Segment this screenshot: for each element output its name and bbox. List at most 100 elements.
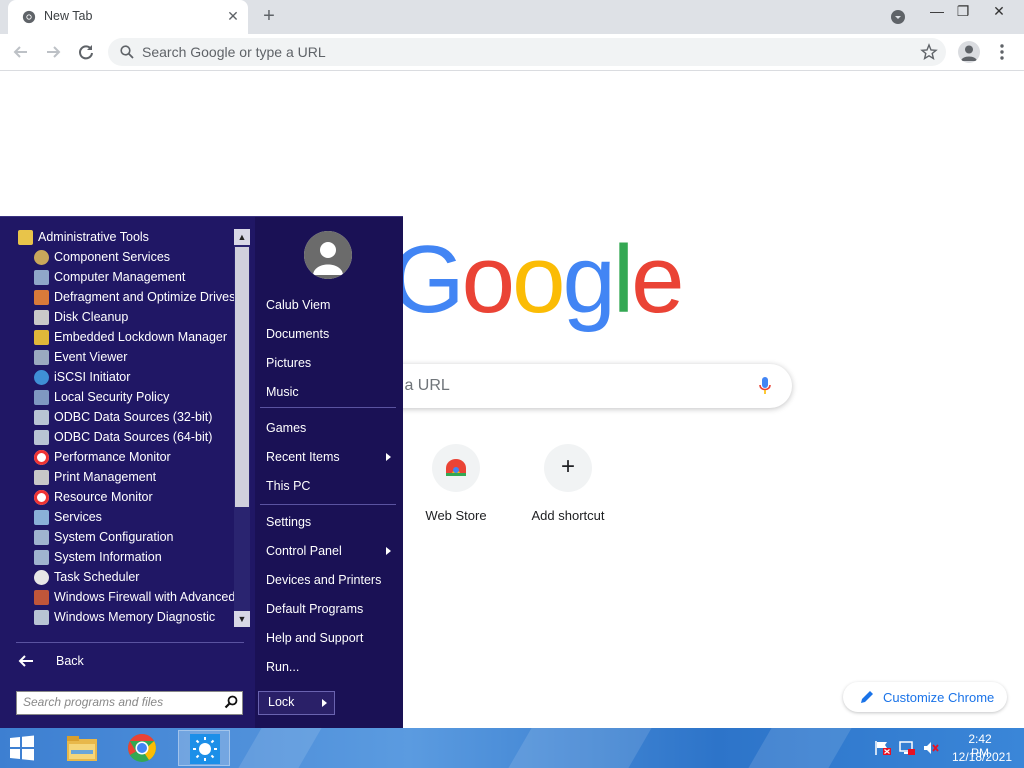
programs-pane: Administrative Tools Component Services Co…	[0, 217, 255, 729]
program-item[interactable]: Task Scheduler	[14, 567, 234, 587]
chrome-web-store-icon	[432, 444, 480, 492]
program-item[interactable]: Computer Management	[14, 267, 234, 287]
taskbar-start-menu-app[interactable]	[178, 730, 230, 766]
restore-button[interactable]: ❐	[946, 0, 980, 30]
program-item[interactable]: ODBC Data Sources (64-bit)	[14, 427, 234, 447]
taskbar-chrome[interactable]	[116, 730, 168, 766]
close-window-button[interactable]: ✕	[982, 0, 1016, 30]
start-menu-item-run[interactable]: Run...	[266, 657, 299, 677]
submenu-arrow-icon	[386, 547, 391, 555]
google-logo-letter: l	[612, 226, 634, 333]
start-menu-item-control-panel[interactable]: Control Panel	[266, 541, 342, 561]
program-label: Component Services	[54, 250, 171, 264]
print-icon	[34, 470, 49, 485]
start-menu-item-pictures[interactable]: Pictures	[266, 353, 311, 373]
program-item[interactable]: Event Viewer	[14, 347, 234, 367]
program-item[interactable]: Windows Firewall with Advanced	[14, 587, 235, 607]
start-menu-item-help-and-support[interactable]: Help and Support	[266, 628, 363, 648]
address-bar[interactable]: Search Google or type a URL	[108, 38, 946, 66]
program-label: Defragment and Optimize Drives	[54, 290, 236, 304]
user-avatar-icon[interactable]	[304, 231, 352, 279]
program-search-input[interactable]: Search programs and files	[16, 691, 243, 715]
program-label: Resource Monitor	[54, 490, 153, 504]
program-item[interactable]: Embedded Lockdown Manager	[14, 327, 234, 347]
program-item[interactable]: Performance Monitor	[14, 447, 234, 467]
shortcut-label: Web Store	[425, 508, 487, 523]
program-item[interactable]: ODBC Data Sources (32-bit)	[14, 407, 234, 427]
scroll-up-arrow-icon[interactable]: ▲	[234, 229, 250, 245]
program-item[interactable]: iSCSI Initiator	[14, 367, 234, 387]
start-menu-item-documents[interactable]: Documents	[266, 324, 329, 344]
odbc-icon	[34, 430, 49, 445]
customize-chrome-button[interactable]: Customize Chrome	[843, 682, 1007, 712]
back-arrow-icon[interactable]	[10, 41, 32, 63]
program-item[interactable]: Services	[14, 507, 234, 527]
start-menu-item-games[interactable]: Games	[266, 418, 306, 438]
customize-chrome-label: Customize Chrome	[883, 690, 995, 705]
computer-management-icon	[34, 270, 49, 285]
shortcut-add[interactable]: + Add shortcut	[512, 444, 624, 534]
google-logo-letter: o	[461, 226, 515, 333]
windows-start-icon[interactable]	[6, 734, 38, 762]
taskbar-file-explorer[interactable]	[56, 730, 108, 766]
address-bar-placeholder: Search Google or type a URL	[142, 44, 326, 60]
google-logo: Google	[390, 232, 685, 328]
start-menu-item-settings[interactable]: Settings	[266, 512, 311, 532]
places-pane: Lock Calub Viem Documents Pictures Music Gam…	[255, 217, 403, 729]
program-item[interactable]: Component Services	[14, 247, 234, 267]
bookmark-star-icon[interactable]	[920, 43, 938, 61]
program-item[interactable]: Defragment and Optimize Drives	[14, 287, 236, 307]
lock-icon	[34, 330, 49, 345]
profile-avatar-icon[interactable]	[958, 41, 980, 63]
program-item[interactable]: Local Security Policy	[14, 387, 234, 407]
search-icon[interactable]	[224, 695, 238, 709]
microphone-icon[interactable]	[758, 376, 772, 396]
kebab-menu-icon[interactable]	[994, 42, 1010, 62]
volume-muted-icon[interactable]	[922, 740, 940, 756]
file-explorer-icon	[67, 736, 97, 761]
start-menu-item-music[interactable]: Music	[266, 382, 299, 402]
system-information-icon	[34, 550, 49, 565]
program-item[interactable]: Windows Memory Diagnostic	[14, 607, 234, 627]
chrome-favicon-icon	[22, 10, 36, 24]
wallpaper-stripe	[748, 728, 852, 768]
network-icon[interactable]	[898, 740, 916, 756]
start-menu-item-calub-viem[interactable]: Calub Viem	[266, 295, 330, 315]
new-tab-button[interactable]: +	[258, 6, 280, 28]
start-menu-item-recent-items[interactable]: Recent Items	[266, 447, 340, 467]
divider	[260, 504, 396, 505]
program-label: Task Scheduler	[54, 570, 140, 584]
start-menu-item-default-programs[interactable]: Default Programs	[266, 599, 363, 619]
program-item[interactable]: System Information	[14, 547, 234, 567]
tab-title: New Tab	[44, 9, 93, 23]
submenu-arrow-icon	[386, 453, 391, 461]
shortcut-web-store[interactable]: Web Store	[400, 444, 512, 534]
tab-search-icon[interactable]	[890, 9, 906, 25]
program-item[interactable]: Resource Monitor	[14, 487, 234, 507]
program-folder-administrative-tools[interactable]: Administrative Tools	[14, 227, 234, 247]
power-options-arrow-icon[interactable]	[316, 691, 335, 715]
component-services-icon	[34, 250, 49, 265]
disk-cleanup-icon	[34, 310, 49, 325]
scroll-down-arrow-icon[interactable]: ▼	[234, 611, 250, 627]
program-label: System Information	[54, 550, 162, 564]
scroll-thumb[interactable]	[235, 247, 249, 507]
tab-close-icon[interactable]: ✕	[224, 7, 242, 25]
program-item[interactable]: Print Management	[14, 467, 234, 487]
program-label: Services	[54, 510, 102, 524]
forward-arrow-icon[interactable]	[42, 41, 64, 63]
security-policy-icon	[34, 390, 49, 405]
tab-new-tab[interactable]: New Tab ✕	[8, 0, 248, 34]
program-item[interactable]: Disk Cleanup	[14, 307, 234, 327]
programs-scrollbar[interactable]: ▲ ▼	[234, 229, 250, 627]
start-menu: Administrative Tools Component Services Co…	[0, 216, 403, 729]
reload-icon[interactable]	[75, 41, 97, 63]
action-center-flag-icon[interactable]	[874, 740, 892, 756]
lock-button[interactable]: Lock	[258, 691, 317, 715]
start-menu-item-devices-and-printers[interactable]: Devices and Printers	[266, 570, 381, 590]
pencil-icon	[861, 691, 873, 703]
event-viewer-icon	[34, 350, 49, 365]
start-menu-item-this-pc[interactable]: This PC	[266, 476, 310, 496]
wallpaper-stripe	[508, 728, 652, 768]
program-item[interactable]: System Configuration	[14, 527, 234, 547]
